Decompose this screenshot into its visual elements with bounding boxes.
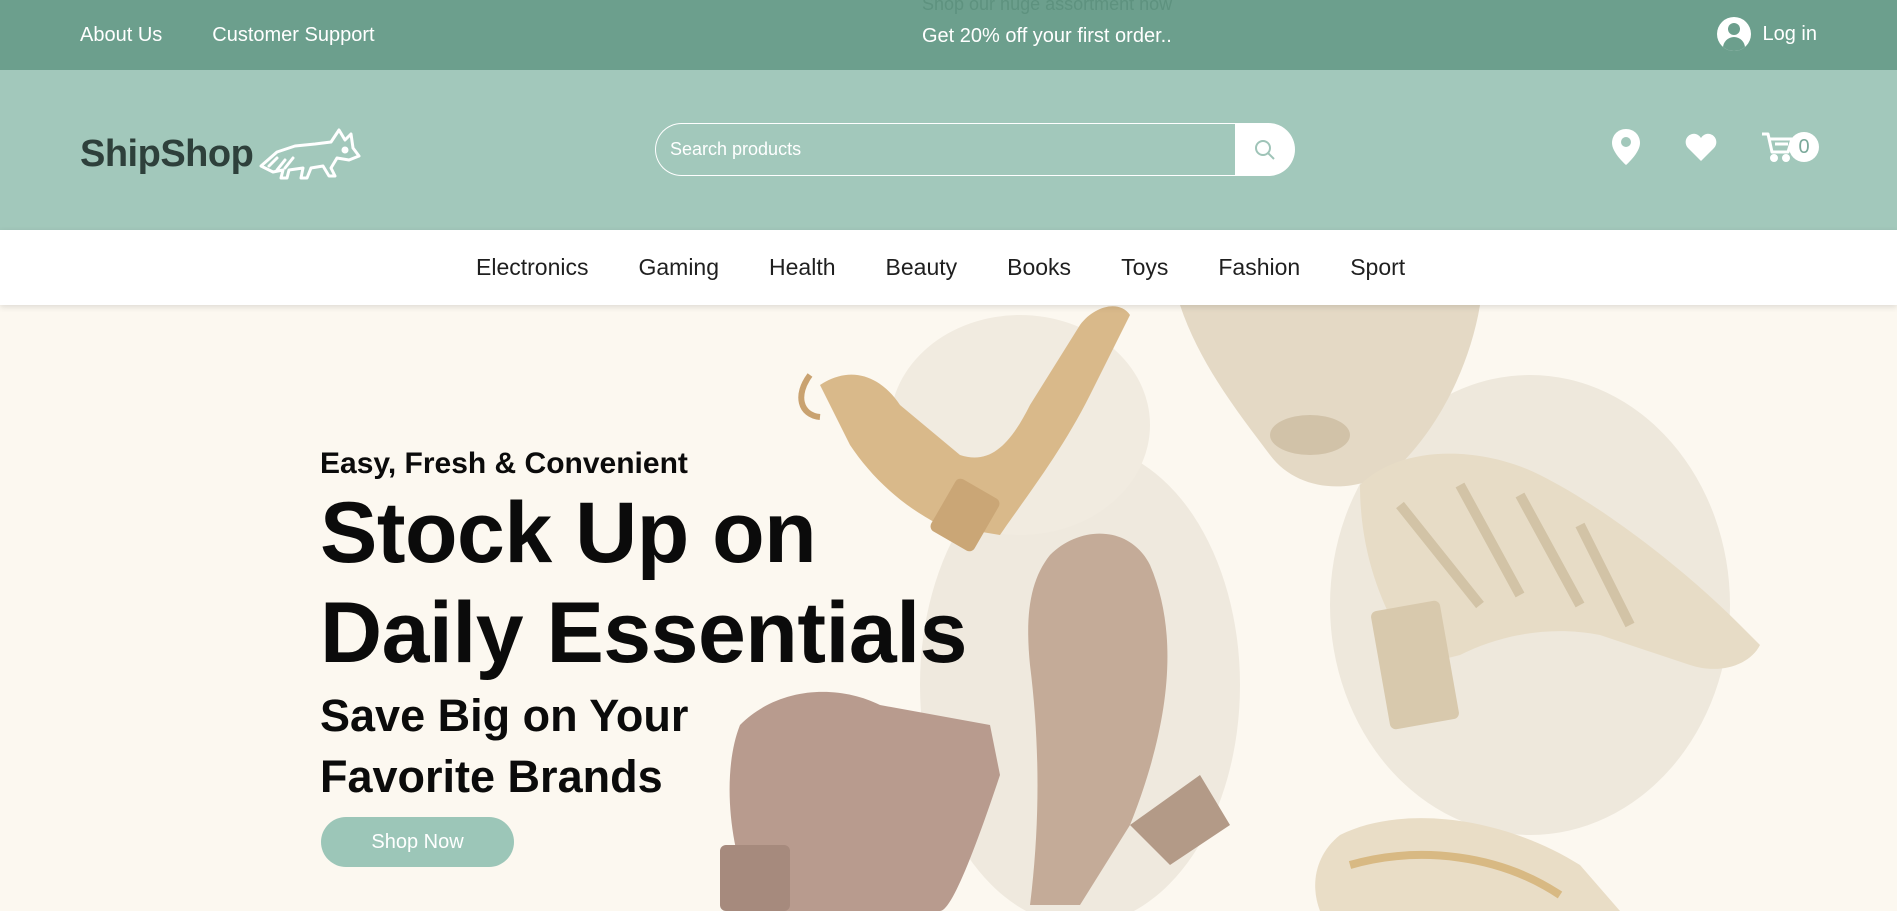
hero-subtitle: Save Big on Your Favorite Brands — [320, 685, 967, 807]
hero-subtitle-line: Favorite Brands — [320, 751, 663, 802]
top-links: About Us Customer Support — [80, 24, 375, 47]
nav-item-fashion[interactable]: Fashion — [1218, 254, 1300, 281]
promo-text: Get 20% off your first order.. — [922, 25, 1172, 47]
hero-title-line: Daily Essentials — [320, 585, 967, 681]
customer-support-link[interactable]: Customer Support — [212, 24, 374, 47]
header: ShipShop Search products 0 — [0, 70, 1897, 230]
location-pin-icon — [1612, 129, 1640, 165]
cart-count-badge: 0 — [1789, 132, 1819, 162]
top-bar: About Us Customer Support Shop our huge … — [0, 0, 1897, 70]
search-button[interactable] — [1235, 123, 1295, 176]
nav-item-health[interactable]: Health — [769, 254, 835, 281]
wishlist-button[interactable] — [1685, 132, 1717, 162]
store-locator-button[interactable] — [1611, 128, 1641, 166]
search-bar — [655, 123, 1295, 176]
hero-title: Stock Up on Daily Essentials — [320, 483, 967, 683]
hero-subtitle-line: Save Big on Your — [320, 690, 689, 741]
nav-item-sport[interactable]: Sport — [1350, 254, 1405, 281]
raccoon-logo-icon — [259, 128, 361, 180]
promo-ghost-text: Shop our huge assortment now — [922, 0, 1173, 14]
logo[interactable]: ShipShop — [80, 126, 361, 182]
nav-item-beauty[interactable]: Beauty — [886, 254, 958, 281]
hero-tagline: Easy, Fresh & Convenient — [320, 447, 688, 480]
category-nav: Electronics Gaming Health Beauty Books T… — [0, 230, 1897, 305]
hero-banner: Easy, Fresh & Convenient Stock Up on Dai… — [0, 305, 1897, 911]
search-input[interactable] — [655, 123, 1235, 176]
user-icon — [1716, 17, 1751, 51]
nav-item-electronics[interactable]: Electronics — [476, 254, 588, 281]
cart-button[interactable]: 0 — [1761, 131, 1819, 163]
nav-item-books[interactable]: Books — [1007, 254, 1071, 281]
hero-title-line: Stock Up on — [320, 485, 817, 581]
logo-text: ShipShop — [80, 132, 254, 175]
nav-item-gaming[interactable]: Gaming — [638, 254, 719, 281]
about-us-link[interactable]: About Us — [80, 24, 162, 47]
nav-item-toys[interactable]: Toys — [1121, 254, 1168, 281]
shop-now-button[interactable]: Shop Now — [321, 817, 514, 867]
search-icon — [1255, 139, 1275, 160]
header-icons: 0 — [1611, 128, 1819, 166]
hero-text: Easy, Fresh & Convenient Stock Up on Dai… — [320, 447, 967, 807]
login-label: Log in — [1762, 22, 1818, 45]
login-button[interactable]: Log in — [1716, 17, 1818, 51]
heart-icon — [1685, 133, 1717, 161]
